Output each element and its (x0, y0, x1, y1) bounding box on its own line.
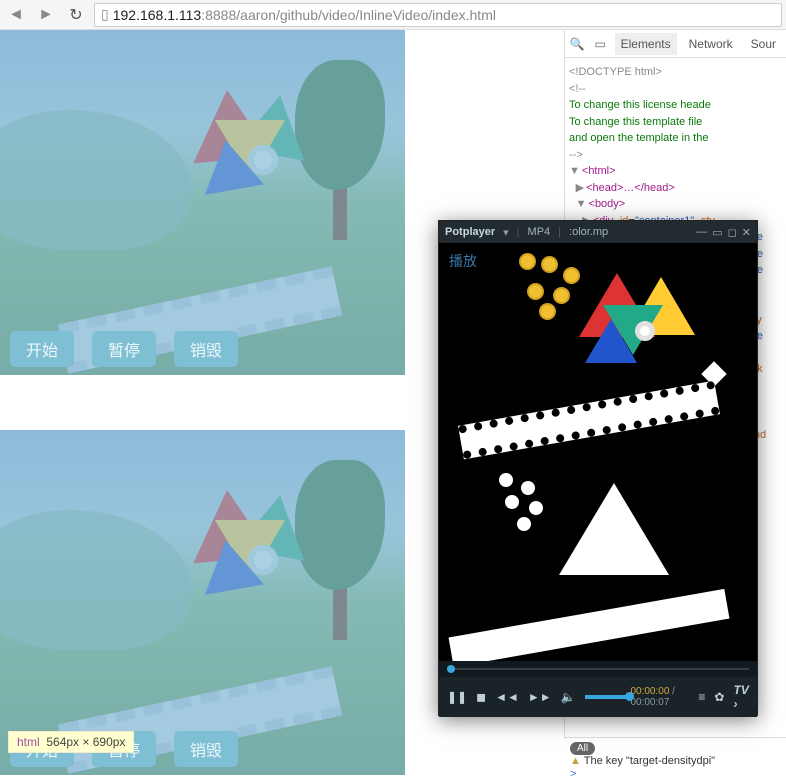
potplayer-filename: :olor.mp (569, 226, 608, 238)
potplayer-name: Potplayer (445, 226, 495, 238)
prev-icon[interactable]: ◄◄ (495, 690, 519, 704)
potplayer-controls: ❚❚ ◼ ◄◄ ►► 🔈 00:00:00 / 00:00:07 ≡ ✿ TV … (439, 677, 757, 717)
restore-icon[interactable]: ▭ (712, 226, 722, 239)
search-icon[interactable]: 🔍 (569, 35, 586, 53)
url-path: /aaron/github/video/InlineVideo/index.ht… (236, 7, 496, 23)
destroy-button-2[interactable]: 销毁 (174, 731, 238, 767)
menu-icon[interactable]: ≡ (698, 690, 705, 704)
volume-icon[interactable]: 🔈 (561, 690, 576, 704)
console-prompt[interactable]: > (570, 768, 576, 780)
filter-all[interactable]: All (570, 742, 595, 755)
seek-bar[interactable] (439, 661, 757, 677)
tv-button[interactable]: TV › (733, 683, 749, 711)
console-warning: The key "target-densitydpi" (584, 755, 715, 767)
playback-label: 播放 (449, 251, 477, 271)
pause-icon[interactable]: ❚❚ (447, 690, 467, 704)
inspector-tooltip: html 564px × 690px (8, 731, 134, 753)
tab-network[interactable]: Network (683, 33, 739, 55)
potplayer-video[interactable]: 播放 (439, 243, 757, 661)
address-bar[interactable]: ▯ 192.168.1.113:8888/aaron/github/video/… (94, 3, 782, 27)
volume-slider[interactable] (585, 695, 622, 699)
tooltip-tag: html (17, 735, 40, 749)
tab-elements[interactable]: Elements (615, 33, 677, 55)
pause-button[interactable]: 暂停 (92, 331, 156, 367)
settings-icon[interactable]: ✿ (714, 690, 724, 704)
stop-icon[interactable]: ◼ (476, 690, 486, 704)
time-display: 00:00:00 / 00:00:07 (630, 686, 689, 708)
potplayer-titlebar[interactable]: Potplayer▾ | MP4 | :olor.mp — ▭ ◻ ✕ (439, 221, 757, 243)
back-button[interactable]: ◄ (4, 3, 28, 27)
url-port: :8888 (201, 7, 236, 23)
minimize-icon[interactable]: — (696, 226, 707, 239)
next-icon[interactable]: ►► (528, 690, 552, 704)
devtools-toolbar: 🔍 ▭ Elements Network Sour (565, 30, 786, 58)
browser-toolbar: ◄ ► ↻ ▯ 192.168.1.113:8888/aaron/github/… (0, 0, 786, 30)
url-host: 192.168.1.113 (113, 7, 202, 23)
potplayer-format: MP4 (528, 226, 551, 238)
close-icon[interactable]: ✕ (742, 226, 751, 239)
potplayer-window[interactable]: Potplayer▾ | MP4 | :olor.mp — ▭ ◻ ✕ 播放 (438, 220, 758, 716)
start-button[interactable]: 开始 (10, 331, 74, 367)
tooltip-dims: 564px × 690px (46, 735, 125, 749)
device-icon[interactable]: ▭ (592, 35, 609, 53)
maximize-icon[interactable]: ◻ (728, 226, 737, 239)
video-block-1: 开始 暂停 销毁 (0, 30, 405, 375)
tab-sources[interactable]: Sour (745, 33, 782, 55)
forward-button: ► (34, 3, 58, 27)
button-row-1: 开始 暂停 销毁 (10, 331, 238, 367)
devtools-console: All ▲ The key "target-densitydpi" > (564, 737, 786, 783)
video-block-2: 开始 暂停 销毁 (0, 430, 405, 775)
destroy-button[interactable]: 销毁 (174, 331, 238, 367)
page-icon: ▯ (101, 6, 109, 23)
reload-button[interactable]: ↻ (64, 3, 88, 27)
